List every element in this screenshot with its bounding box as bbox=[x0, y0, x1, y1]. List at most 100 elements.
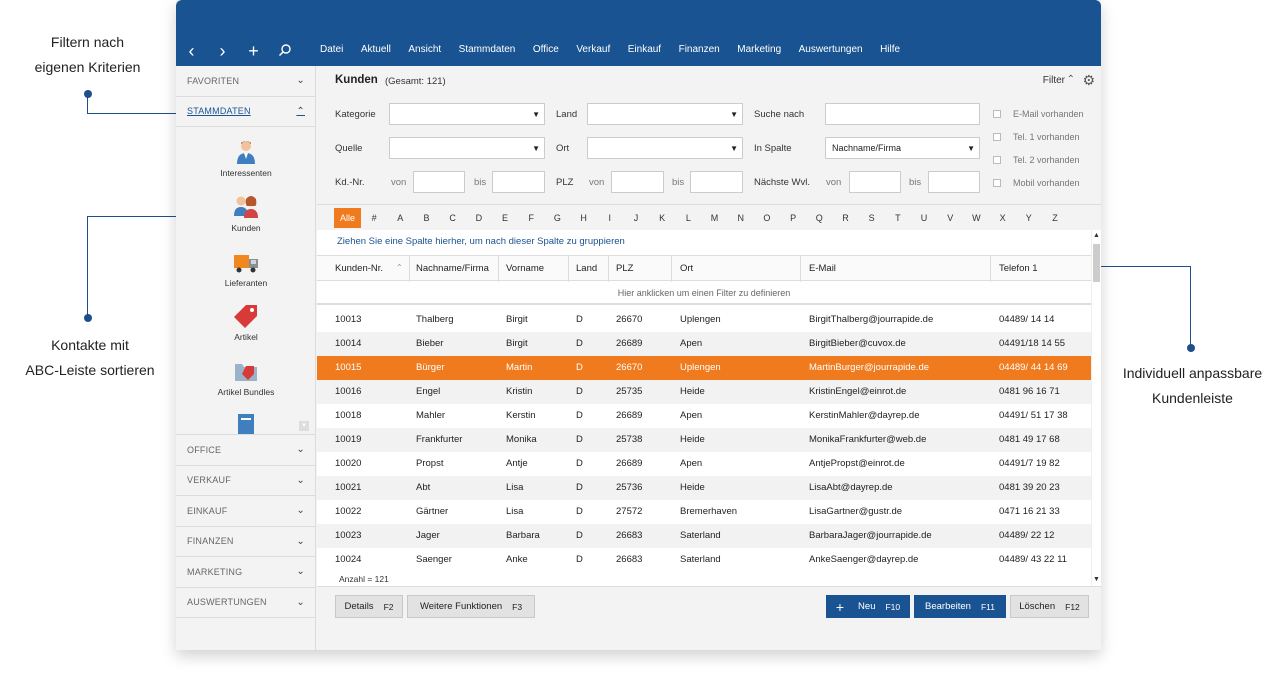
sidebar-section-favoriten[interactable]: FAVORITEN ⌄ bbox=[176, 66, 315, 97]
wvl-von-input[interactable] bbox=[849, 171, 901, 193]
grid-scrollbar[interactable]: ▲ ▼ bbox=[1091, 230, 1101, 586]
tel2-vorhanden-checkbox[interactable] bbox=[993, 156, 1001, 164]
abc-filter-letter[interactable]: L bbox=[675, 213, 701, 223]
col-ort[interactable]: Ort bbox=[680, 263, 693, 274]
abc-filter-letter[interactable]: J bbox=[623, 213, 649, 223]
menu-einkauf[interactable]: Einkauf bbox=[628, 44, 661, 55]
abc-filter-letter[interactable]: D bbox=[466, 213, 492, 223]
abc-filter-letter[interactable]: T bbox=[885, 213, 911, 223]
abc-filter-letter[interactable]: Q bbox=[806, 213, 832, 223]
sidebar-item-lieferanten[interactable]: Lieferanten bbox=[176, 249, 316, 288]
sidebar-item-artikel[interactable]: Artikel bbox=[176, 303, 316, 342]
abc-filter-letter[interactable]: F bbox=[518, 213, 544, 223]
table-row[interactable]: 10019 Frankfurter Monika D 25738 Heide MonikaF… bbox=[317, 428, 1091, 452]
sidebar-item-more[interactable] bbox=[176, 412, 316, 434]
table-row[interactable]: 10018 Mahler Kerstin D 26689 Apen KerstinMahle… bbox=[317, 404, 1091, 428]
abc-filter-letter[interactable]: V bbox=[937, 213, 963, 223]
scroll-down-icon[interactable]: ▼ bbox=[1093, 576, 1100, 583]
abc-filter-letter[interactable]: C bbox=[440, 213, 466, 223]
abc-filter-letter[interactable]: I bbox=[597, 213, 623, 223]
sidebar-section-einkauf[interactable]: EINKAUF ⌄ bbox=[176, 496, 315, 527]
in-spalte-select[interactable]: Nachname/Firma ▼ bbox=[825, 137, 980, 159]
plz-von-input[interactable] bbox=[611, 171, 664, 193]
table-row-selected[interactable]: 10015 Bürger Martin D 26670 Uplengen MartinBur… bbox=[317, 356, 1091, 380]
abc-filter-letter[interactable]: K bbox=[649, 213, 675, 223]
table-row[interactable]: 10020 Propst Antje D 26689 Apen AntjePropst@ei… bbox=[317, 452, 1091, 476]
menu-hilfe[interactable]: Hilfe bbox=[880, 44, 900, 55]
sidebar-item-interessenten[interactable]: Interessenten bbox=[176, 139, 316, 178]
loeschen-button[interactable]: Löschen F12 bbox=[1010, 595, 1089, 618]
abc-filter-letter[interactable]: Z bbox=[1042, 213, 1068, 223]
abc-filter-letter[interactable]: W bbox=[963, 213, 989, 223]
bearbeiten-button[interactable]: Bearbeiten F11 bbox=[914, 595, 1006, 618]
gear-icon[interactable]: ⚙ bbox=[1082, 72, 1095, 89]
kategorie-select[interactable]: ▼ bbox=[389, 103, 545, 125]
menu-aktuell[interactable]: Aktuell bbox=[361, 44, 391, 55]
sidebar-section-auswertungen[interactable]: AUSWERTUNGEN ⌄ bbox=[176, 588, 315, 618]
col-plz[interactable]: PLZ bbox=[616, 263, 633, 274]
tel1-vorhanden-checkbox[interactable] bbox=[993, 133, 1001, 141]
abc-filter-letter[interactable]: Y bbox=[1016, 213, 1042, 223]
sort-icon[interactable]: ⌃ bbox=[396, 263, 403, 272]
abc-filter-letter[interactable]: A bbox=[387, 213, 413, 223]
sidebar-section-finanzen[interactable]: FINANZEN ⌄ bbox=[176, 527, 315, 557]
sidebar-item-kunden[interactable]: Kunden bbox=[176, 194, 316, 233]
table-row[interactable]: 10016 Engel Kristin D 25735 Heide KristinEngel… bbox=[317, 380, 1091, 404]
abc-filter-letter[interactable]: O bbox=[754, 213, 780, 223]
menu-datei[interactable]: Datei bbox=[320, 44, 343, 55]
abc-filter-letter[interactable]: P bbox=[780, 213, 806, 223]
menu-office[interactable]: Office bbox=[533, 44, 559, 55]
abc-filter-letter[interactable]: S bbox=[859, 213, 885, 223]
sidebar-section-stammdaten[interactable]: STAMMDATEN ⌃ bbox=[176, 97, 315, 127]
table-row[interactable]: 10024 Saenger Anke D 26683 Saterland AnkeSaeng… bbox=[317, 548, 1091, 572]
wvl-bis-input[interactable] bbox=[928, 171, 980, 193]
plz-bis-input[interactable] bbox=[690, 171, 743, 193]
sidebar-section-marketing[interactable]: MARKETING ⌄ bbox=[176, 557, 315, 588]
table-row[interactable]: 10023 Jager Barbara D 26683 Saterland BarbaraJ… bbox=[317, 524, 1091, 548]
back-icon[interactable]: ‹ bbox=[176, 41, 207, 62]
scroll-thumb[interactable] bbox=[1093, 244, 1100, 282]
mobil-vorhanden-checkbox[interactable] bbox=[993, 179, 1001, 187]
col-telefon[interactable]: Telefon 1 bbox=[999, 263, 1038, 274]
abc-filter-letter[interactable]: G bbox=[544, 213, 570, 223]
kdnr-bis-input[interactable] bbox=[492, 171, 545, 193]
email-vorhanden-checkbox[interactable] bbox=[993, 110, 1001, 118]
add-icon[interactable]: + bbox=[238, 41, 269, 62]
table-row[interactable]: 10022 Gärtner Lisa D 27572 Bremerhaven LisaGar… bbox=[317, 500, 1091, 524]
menu-verkauf[interactable]: Verkauf bbox=[576, 44, 610, 55]
land-select[interactable]: ▼ bbox=[587, 103, 743, 125]
sidebar-section-office[interactable]: OFFICE ⌄ bbox=[176, 435, 315, 466]
details-button[interactable]: Details F2 bbox=[335, 595, 403, 618]
col-vorname[interactable]: Vorname bbox=[506, 263, 544, 274]
menu-stammdaten[interactable]: Stammdaten bbox=[459, 44, 516, 55]
abc-filter-letter[interactable]: E bbox=[492, 213, 518, 223]
abc-filter-letter[interactable]: M bbox=[701, 213, 727, 223]
table-row[interactable]: 10013 Thalberg Birgit D 26670 Uplengen BirgitT… bbox=[317, 308, 1091, 332]
col-kundennr[interactable]: Kunden-Nr. bbox=[335, 263, 383, 274]
menu-finanzen[interactable]: Finanzen bbox=[679, 44, 720, 55]
search-icon[interactable] bbox=[269, 41, 300, 62]
group-by-hint[interactable]: Ziehen Sie eine Spalte hierher, um nach … bbox=[337, 236, 625, 247]
scroll-up-icon[interactable]: ▲ bbox=[1093, 232, 1100, 239]
menu-ansicht[interactable]: Ansicht bbox=[408, 44, 441, 55]
abc-filter-letter[interactable]: X bbox=[990, 213, 1016, 223]
table-row[interactable]: 10014 Bieber Birgit D 26689 Apen BirgitBieber@… bbox=[317, 332, 1091, 356]
abc-filter-letter[interactable]: # bbox=[361, 213, 387, 223]
quelle-select[interactable]: ▼ bbox=[389, 137, 545, 159]
abc-filter-letter[interactable]: B bbox=[413, 213, 439, 223]
menu-auswertungen[interactable]: Auswertungen bbox=[799, 44, 863, 55]
neu-button[interactable]: + Neu F10 bbox=[826, 595, 910, 618]
sidebar-section-verkauf[interactable]: VERKAUF ⌄ bbox=[176, 466, 315, 496]
abc-filter-letter[interactable]: N bbox=[728, 213, 754, 223]
weitere-funktionen-button[interactable]: Weitere Funktionen F3 bbox=[407, 595, 535, 618]
sidebar-item-artikel-bundles[interactable]: Artikel Bundles bbox=[176, 358, 316, 397]
chevron-up-icon[interactable]: ⌃ bbox=[1067, 74, 1075, 85]
filter-row[interactable]: Hier anklicken um einen Filter zu defini… bbox=[317, 281, 1091, 305]
abc-filter-letter[interactable]: U bbox=[911, 213, 937, 223]
table-row[interactable]: 10021 Abt Lisa D 25736 Heide LisaAbt@dayrep.de… bbox=[317, 476, 1091, 500]
col-nachname[interactable]: Nachname/Firma bbox=[416, 263, 489, 274]
col-land[interactable]: Land bbox=[576, 263, 597, 274]
sidebar-scroll-down-icon[interactable]: ▾ bbox=[299, 421, 309, 431]
abc-filter-all[interactable]: Alle bbox=[334, 207, 361, 228]
col-email[interactable]: E-Mail bbox=[809, 263, 836, 274]
